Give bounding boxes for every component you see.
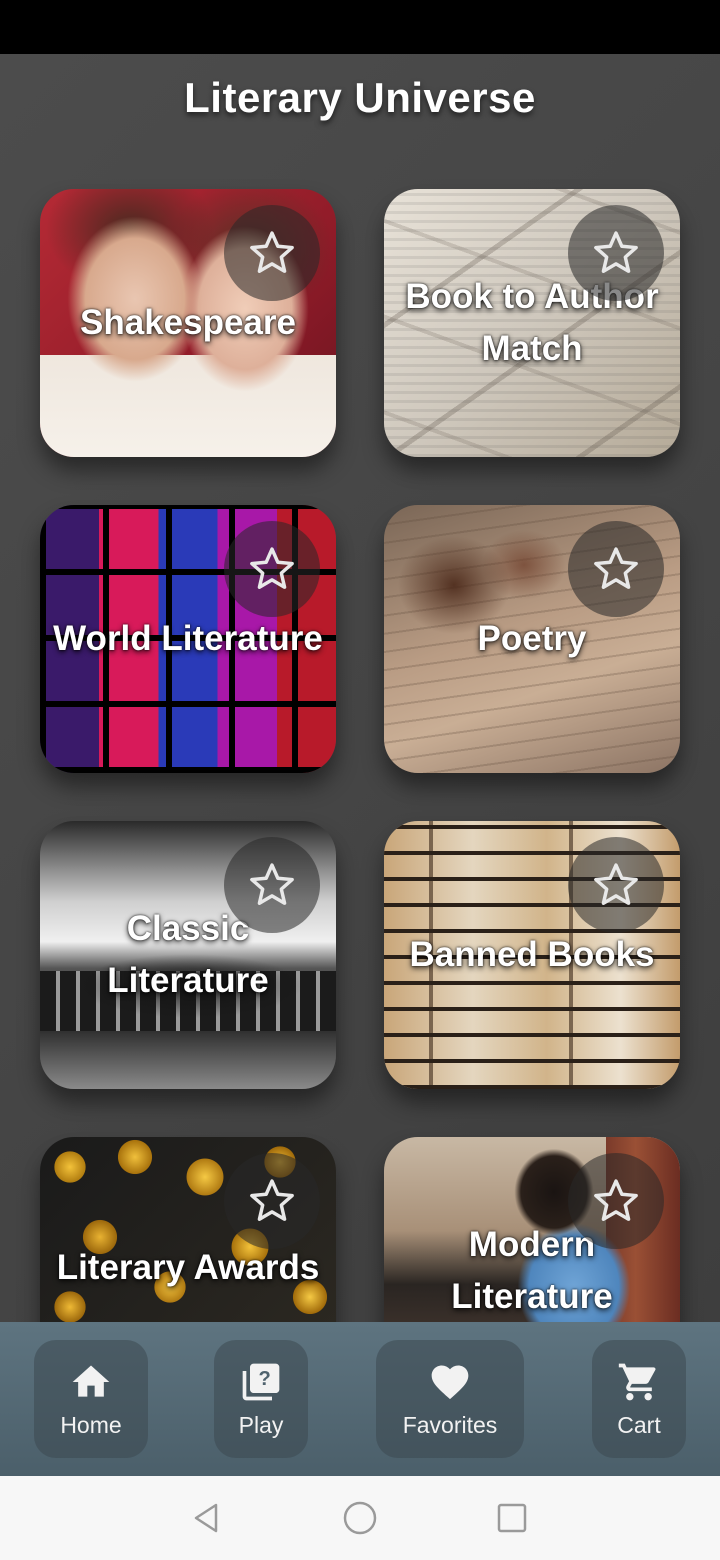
star-outline-icon bbox=[594, 863, 638, 905]
nav-label: Home bbox=[60, 1411, 122, 1438]
bottom-navigation: Home ? Play Favorites Cart bbox=[0, 1322, 720, 1476]
home-icon bbox=[72, 1365, 110, 1397]
favorite-button[interactable] bbox=[224, 205, 320, 301]
star-outline-icon bbox=[594, 1179, 638, 1221]
star-outline-icon bbox=[594, 231, 638, 273]
recents-icon[interactable] bbox=[494, 1500, 530, 1536]
nav-home[interactable]: Home bbox=[34, 1340, 148, 1458]
favorite-button[interactable] bbox=[568, 1153, 664, 1249]
app-screen: Literary Universe Shakespeare Book to Au… bbox=[0, 54, 720, 1476]
favorite-button[interactable] bbox=[224, 1153, 320, 1249]
nav-label: Cart bbox=[617, 1411, 661, 1438]
nav-label: Play bbox=[238, 1411, 284, 1438]
nav-favorites[interactable]: Favorites bbox=[376, 1340, 524, 1458]
system-navigation-bar bbox=[0, 1476, 720, 1560]
favorite-button[interactable] bbox=[568, 837, 664, 933]
category-card-poetry[interactable]: Poetry bbox=[384, 505, 680, 773]
home-circle-icon[interactable] bbox=[342, 1500, 378, 1536]
favorite-button[interactable] bbox=[568, 521, 664, 617]
category-card-shakespeare[interactable]: Shakespeare bbox=[40, 189, 336, 457]
nav-label: Favorites bbox=[402, 1411, 498, 1438]
quiz-icon: ? bbox=[242, 1363, 280, 1400]
favorite-button[interactable] bbox=[568, 205, 664, 301]
category-card-book-to-author-match[interactable]: Book to Author Match bbox=[384, 189, 680, 457]
category-card-banned-books[interactable]: Banned Books bbox=[384, 821, 680, 1089]
page-title: Literary Universe bbox=[184, 74, 536, 121]
category-card-world-literature[interactable]: World Literature bbox=[40, 505, 336, 773]
status-bar bbox=[0, 0, 720, 54]
back-icon[interactable] bbox=[188, 1500, 224, 1536]
cart-icon bbox=[618, 1363, 656, 1400]
nav-play[interactable]: ? Play bbox=[214, 1340, 308, 1458]
svg-text:?: ? bbox=[259, 1367, 271, 1389]
category-card-classic-literature[interactable]: Classic Literature bbox=[40, 821, 336, 1089]
star-outline-icon bbox=[250, 231, 294, 273]
favorite-button[interactable] bbox=[224, 521, 320, 617]
nav-cart[interactable]: Cart bbox=[592, 1340, 686, 1458]
favorite-button[interactable] bbox=[224, 837, 320, 933]
star-outline-icon bbox=[594, 547, 638, 589]
heart-icon bbox=[431, 1365, 469, 1399]
star-outline-icon bbox=[250, 1179, 294, 1221]
star-outline-icon bbox=[250, 863, 294, 905]
star-outline-icon bbox=[250, 547, 294, 589]
